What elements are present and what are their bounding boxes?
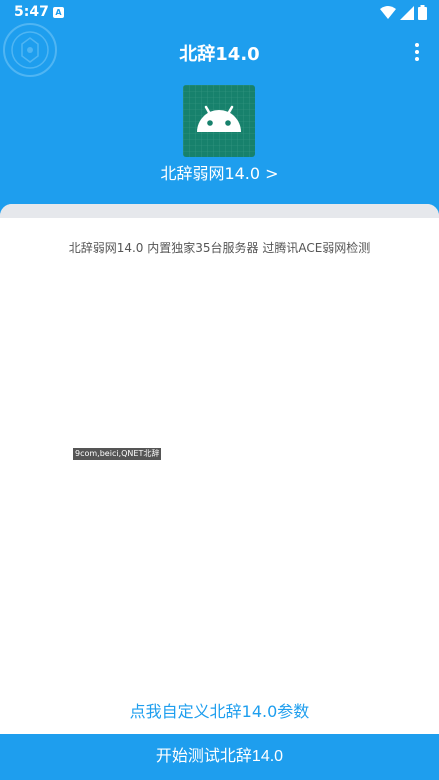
status-bar: 5:47 A	[0, 0, 439, 26]
signal-icon	[400, 5, 414, 20]
status-icons	[380, 5, 427, 20]
start-test-button[interactable]: 开始测试北辞14.0	[0, 734, 439, 780]
customize-params-link[interactable]: 点我自定义北辞14.0参数	[0, 698, 439, 722]
app-name-link[interactable]: 北辞弱网14.0 >	[0, 160, 439, 184]
card-divider	[0, 204, 439, 218]
android-icon[interactable]	[183, 85, 255, 157]
description-text: 北辞弱网14.0 内置独家35台服务器 过腾讯ACE弱网检测	[68, 241, 371, 255]
notification-icon: A	[53, 7, 64, 18]
status-time: 5:47	[14, 4, 49, 20]
more-vert-icon[interactable]	[409, 40, 425, 64]
wifi-icon	[380, 5, 396, 19]
content-card	[0, 204, 439, 734]
app-title: 北辞14.0	[179, 44, 260, 65]
battery-icon	[418, 5, 427, 20]
watermark-tag: 9com,beici,QNET北辞	[73, 448, 162, 460]
